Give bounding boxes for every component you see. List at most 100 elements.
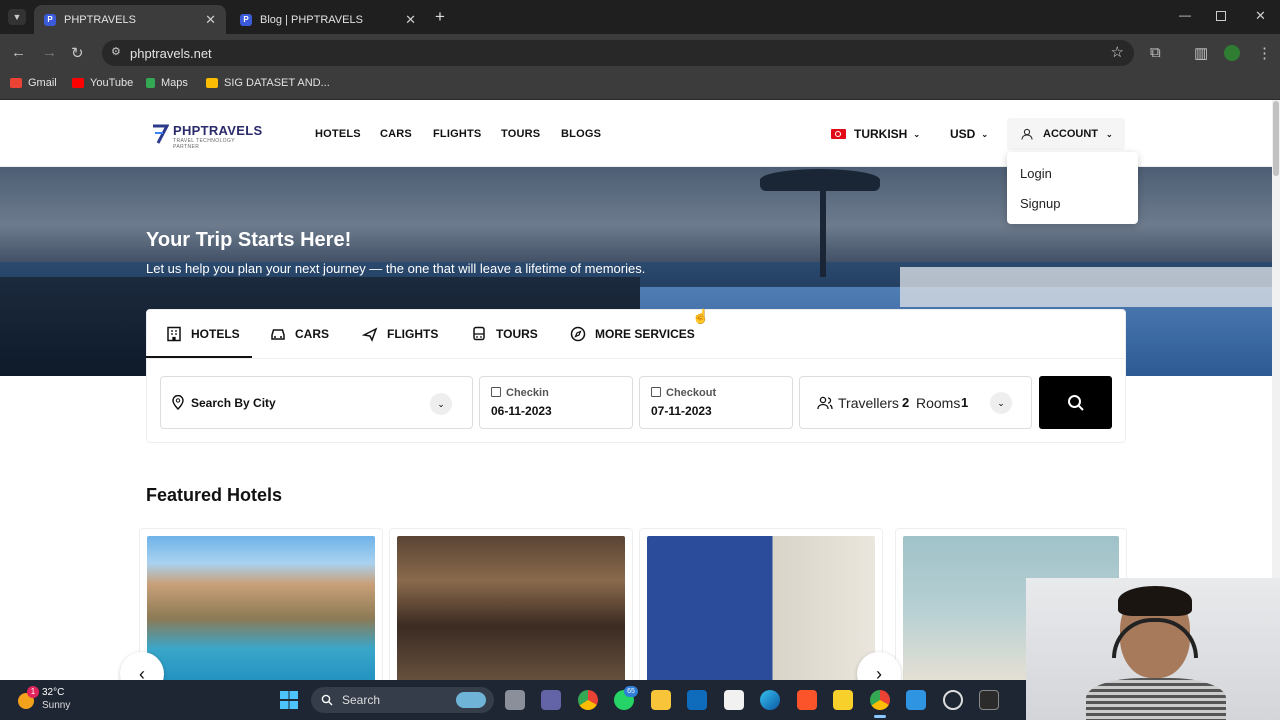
- compass-icon: [570, 326, 586, 342]
- chevron-down-icon[interactable]: ⌄: [430, 393, 452, 415]
- outlook-icon[interactable]: [687, 690, 707, 710]
- account-button[interactable]: ACCOUNT ⌄: [1007, 118, 1125, 150]
- hotel-image: [647, 536, 875, 686]
- side-panel-icon[interactable]: ▥: [1194, 44, 1208, 62]
- search-icon: [1067, 394, 1084, 411]
- address-bar[interactable]: ⚙ phptravels.net ☆: [102, 40, 1134, 66]
- browser-tab-phptravels[interactable]: P PHPTRAVELS ✕: [34, 5, 226, 34]
- minimize-window-icon[interactable]: —: [1179, 8, 1191, 22]
- sticky-notes-icon[interactable]: [833, 690, 853, 710]
- hotel-card[interactable]: [389, 528, 633, 688]
- site-info-icon[interactable]: ⚙: [111, 45, 121, 58]
- checkout-field[interactable]: Checkout 07-11-2023: [639, 376, 793, 429]
- car-icon: [271, 329, 285, 340]
- nav-cars[interactable]: CARS: [380, 128, 412, 140]
- language-selector[interactable]: TURKISH ⌄: [831, 127, 920, 141]
- bookmark-youtube[interactable]: YouTube: [72, 77, 133, 89]
- extensions-icon[interactable]: ⧉: [1150, 44, 1161, 61]
- teams-chat-icon[interactable]: [541, 690, 561, 710]
- close-window-icon[interactable]: ✕: [1255, 8, 1266, 24]
- checkin-field[interactable]: Checkin 06-11-2023: [479, 376, 633, 429]
- file-explorer-icon[interactable]: [651, 690, 671, 710]
- tab-more-services[interactable]: MORE SERVICES: [570, 326, 695, 342]
- bookmark-maps[interactable]: Maps: [146, 77, 188, 89]
- site-logo[interactable]: PHPTRAVELS TRAVEL TECHNOLOGY PARTNER: [151, 123, 263, 150]
- bus-icon: [473, 326, 485, 341]
- windows-start-icon[interactable]: [280, 691, 298, 709]
- hotel-card[interactable]: [139, 528, 383, 688]
- rooms-count: 1: [961, 395, 969, 410]
- back-icon[interactable]: ←: [11, 44, 26, 61]
- close-tab-icon[interactable]: ✕: [205, 12, 216, 28]
- logo-name: PHPTRAVELS: [173, 123, 263, 138]
- hero-umbrella-pole-image: [820, 187, 826, 277]
- language-label: TURKISH: [854, 127, 908, 141]
- restore-window-icon[interactable]: [1216, 11, 1226, 21]
- nav-tours[interactable]: TOURS: [501, 128, 540, 140]
- checkout-label: Checkout: [666, 387, 717, 399]
- chrome-active-icon[interactable]: [870, 690, 890, 710]
- featured-hotels-title: Featured Hotels: [146, 485, 283, 505]
- terminal-icon[interactable]: [979, 690, 999, 710]
- browser-tab-blog[interactable]: P Blog | PHPTRAVELS ✕: [230, 5, 426, 34]
- nav-hotels[interactable]: HOTELS: [315, 128, 361, 140]
- tab-divider: [146, 358, 1126, 359]
- drive-icon: [206, 78, 218, 88]
- tab-search-chevron-icon[interactable]: ▼: [8, 9, 26, 25]
- task-view-icon[interactable]: [505, 690, 525, 710]
- hero-subtitle: Let us help you plan your next journey —…: [146, 261, 646, 276]
- rooms-label: Rooms: [916, 395, 961, 411]
- calendar-icon: [491, 387, 501, 397]
- chrome-icon[interactable]: [578, 690, 598, 710]
- active-tab-indicator: [146, 356, 252, 358]
- tab-title: Blog | PHPTRAVELS: [260, 13, 363, 26]
- logo-mark-icon: [153, 124, 169, 144]
- travellers-field[interactable]: Travellers 2 Rooms 1 ⌄: [799, 376, 1032, 429]
- city-search-placeholder: Search By City: [191, 396, 276, 410]
- person-shirt-image: [1086, 678, 1226, 720]
- hero-title: Your Trip Starts Here!: [146, 229, 352, 251]
- building-icon: [167, 326, 181, 342]
- account-dropdown-menu: Login Signup: [1007, 152, 1138, 224]
- brave-icon[interactable]: [797, 690, 817, 710]
- person-hair-image: [1118, 586, 1192, 616]
- bookmark-gmail[interactable]: Gmail: [10, 77, 57, 89]
- phptravels-favicon-icon: P: [44, 13, 56, 26]
- tab-hotels[interactable]: HOTELS: [166, 326, 240, 342]
- nav-blogs[interactable]: BLOGS: [561, 128, 601, 140]
- store-icon[interactable]: [724, 690, 744, 710]
- plane-icon: [362, 327, 378, 342]
- chevron-down-icon[interactable]: ⌄: [990, 392, 1012, 414]
- bookmarks-bar: [0, 70, 1280, 100]
- clock-app-icon[interactable]: [943, 690, 963, 710]
- city-search-field[interactable]: Search By City ⌄: [160, 376, 473, 429]
- taskbar-search-box[interactable]: Search: [311, 687, 494, 713]
- hand-cursor-icon: ☝: [692, 308, 710, 324]
- profile-avatar[interactable]: [1224, 45, 1240, 61]
- tab-cars[interactable]: CARS: [270, 326, 329, 342]
- hotel-card[interactable]: [639, 528, 883, 688]
- forward-icon[interactable]: →: [42, 44, 57, 61]
- browser-menu-icon[interactable]: ⋮: [1257, 44, 1272, 62]
- scrollbar-thumb[interactable]: [1273, 101, 1279, 176]
- vscode-icon[interactable]: [906, 690, 926, 710]
- turkey-flag-icon: [831, 129, 846, 139]
- search-button[interactable]: [1039, 376, 1112, 429]
- chevron-down-icon: ⌄: [981, 129, 989, 139]
- edge-icon[interactable]: [760, 690, 780, 710]
- tab-flights[interactable]: FLIGHTS: [362, 326, 438, 342]
- close-tab-icon[interactable]: ✕: [405, 12, 416, 28]
- new-tab-button[interactable]: +: [435, 7, 445, 27]
- login-link[interactable]: Login: [1020, 166, 1052, 181]
- active-app-indicator: [874, 715, 886, 718]
- tab-tours[interactable]: TOURS: [471, 326, 538, 342]
- reload-icon[interactable]: ↻: [71, 44, 84, 62]
- nav-flights[interactable]: FLIGHTS: [433, 128, 481, 140]
- bookmark-sig-dataset[interactable]: SIG DATASET AND...: [206, 77, 330, 89]
- currency-label: USD: [950, 127, 976, 141]
- weather-widget[interactable]: 1 32°C Sunny: [18, 686, 88, 714]
- weather-badge: 1: [27, 686, 39, 698]
- currency-selector[interactable]: USD ⌄: [950, 127, 988, 141]
- bookmark-star-icon[interactable]: ☆: [1111, 43, 1124, 61]
- signup-link[interactable]: Signup: [1020, 196, 1060, 211]
